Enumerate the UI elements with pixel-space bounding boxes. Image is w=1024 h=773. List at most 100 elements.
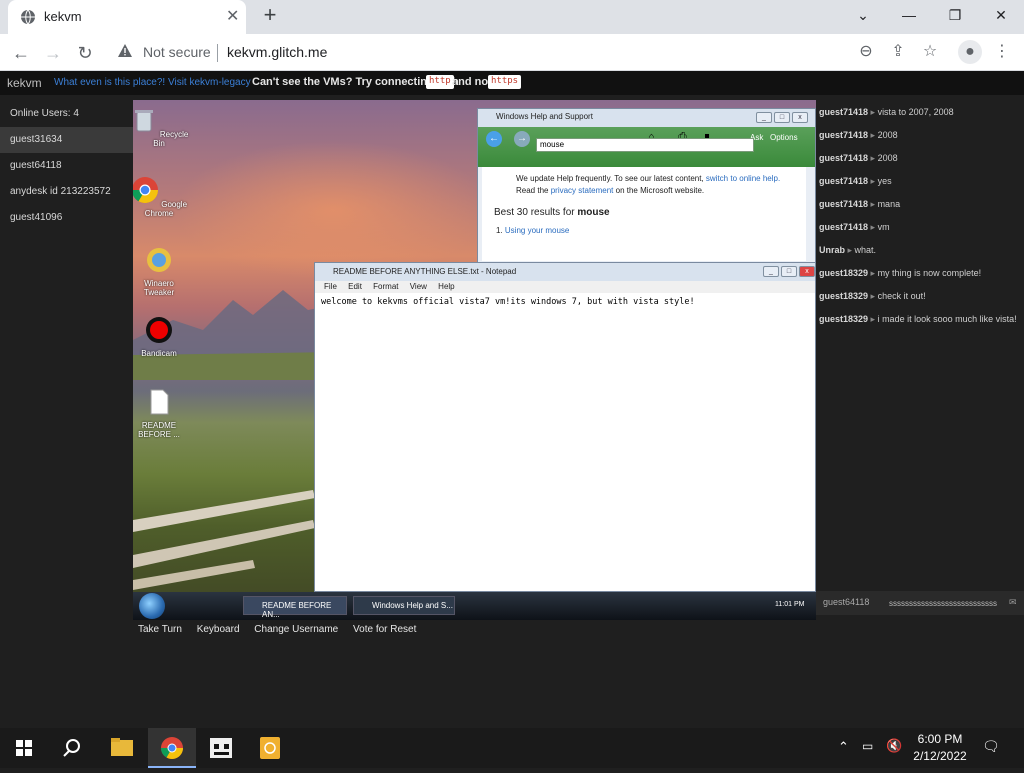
notepad-text-area[interactable]: welcome to kekvms official vista7 vm!its…: [321, 297, 695, 307]
help-minimize-button[interactable]: _: [756, 112, 772, 123]
about-link[interactable]: What even is this place?!: [54, 77, 165, 88]
chat-separator-icon: ▸: [868, 107, 878, 117]
result-link[interactable]: Using your mouse: [505, 226, 569, 235]
privacy-link[interactable]: privacy statement: [551, 186, 614, 195]
chat-separator-icon: ▸: [868, 222, 878, 232]
chat-username[interactable]: guest18329: [819, 291, 868, 301]
file-explorer-icon[interactable]: [98, 728, 146, 768]
chat-message: guest71418 ▸ 2008: [816, 123, 1024, 146]
new-tab-button[interactable]: +: [258, 2, 282, 28]
chrome-taskbar-icon[interactable]: [148, 728, 196, 768]
menu-help[interactable]: Help: [438, 282, 454, 291]
network-icon[interactable]: ▭: [862, 739, 873, 753]
vm-screen[interactable]: Recycle Bin Google Chrome Winaero Tweake…: [133, 100, 816, 620]
browser-tab[interactable]: kekvm ✕: [8, 0, 246, 34]
address-bar[interactable]: Not secure kekvm.glitch.me: [105, 38, 885, 66]
help-search-input[interactable]: mouse: [536, 138, 754, 152]
profile-avatar-icon[interactable]: ●: [958, 40, 982, 64]
vm-task-notepad[interactable]: README BEFORE AN...: [243, 596, 347, 619]
vista-start-orb-icon[interactable]: [139, 593, 165, 619]
online-users-title: Online Users: 4: [10, 108, 79, 119]
bandicam-icon[interactable]: Bandicam: [133, 316, 189, 358]
help-window-title[interactable]: Windows Help and Support _ □ x: [478, 109, 815, 127]
vm-task-help[interactable]: Windows Help and S...: [353, 596, 455, 615]
notepad-minimize-button[interactable]: _: [763, 266, 779, 277]
result-number: 1.: [496, 226, 503, 235]
chat-separator-icon: ▸: [868, 130, 878, 140]
zoom-icon[interactable]: ⊖: [856, 42, 876, 62]
restore-button[interactable]: ❐: [932, 0, 978, 30]
notice-and-text: and not: [452, 76, 492, 88]
recycle-bin-icon[interactable]: Recycle Bin: [133, 106, 189, 148]
clock-date: 2/12/2022: [913, 749, 967, 763]
reload-button[interactable]: ↻: [72, 40, 98, 66]
vote-reset-button[interactable]: Vote for Reset: [353, 624, 416, 635]
notepad-window[interactable]: README BEFORE ANYTHING ELSE.txt - Notepa…: [314, 262, 816, 592]
readme-file-icon[interactable]: README BEFORE ...: [133, 388, 189, 439]
help-maximize-button[interactable]: □: [774, 112, 790, 123]
legacy-link[interactable]: Visit kekvm-legacy: [168, 77, 251, 88]
chat-username[interactable]: guest71418: [819, 107, 868, 117]
chat-message-input[interactable]: [886, 594, 1014, 612]
url-text[interactable]: kekvm.glitch.me: [227, 44, 327, 60]
keyboard-button[interactable]: Keyboard: [197, 624, 240, 635]
menu-format[interactable]: Format: [373, 282, 398, 291]
back-arrow-icon[interactable]: ←: [486, 131, 502, 147]
chat-username[interactable]: guest71418: [819, 176, 868, 186]
chat-separator-icon: ▸: [845, 245, 855, 255]
chevron-up-icon[interactable]: ⌃: [838, 739, 849, 755]
vm-task-label: Windows Help and S...: [372, 601, 453, 610]
take-turn-button[interactable]: Take Turn: [138, 624, 182, 635]
site-brand[interactable]: kekvm: [7, 76, 42, 90]
omnibox-divider: [217, 44, 218, 62]
options-button[interactable]: Options: [770, 133, 798, 142]
chat-username[interactable]: guest71418: [819, 222, 868, 232]
tab-search-icon[interactable]: ⌄: [840, 0, 886, 30]
game-app-icon[interactable]: [198, 728, 246, 768]
chat-username[interactable]: guest18329: [819, 268, 868, 278]
close-tab-icon[interactable]: ✕: [226, 6, 239, 26]
user-item[interactable]: guest31634: [0, 127, 133, 153]
tab-strip: kekvm ✕ + ⌄ — ❐ ✕: [0, 0, 1024, 34]
winaero-tweaker-icon[interactable]: Winaero Tweaker: [133, 246, 189, 297]
online-help-link[interactable]: switch to online help.: [706, 174, 780, 183]
user-item[interactable]: guest64118: [0, 153, 133, 179]
help-close-button[interactable]: x: [792, 112, 808, 123]
menu-kebab-icon[interactable]: ⋮: [992, 42, 1012, 62]
close-window-button[interactable]: ✕: [978, 0, 1024, 30]
notes-app-icon[interactable]: [246, 728, 294, 768]
chat-username[interactable]: guest71418: [819, 130, 868, 140]
send-icon[interactable]: ✉: [1009, 597, 1017, 608]
menu-file[interactable]: File: [324, 282, 337, 291]
chat-username[interactable]: Unrab: [819, 245, 845, 255]
forward-button[interactable]: →: [40, 40, 66, 66]
chat-username[interactable]: guest71418: [819, 153, 868, 163]
share-icon[interactable]: ⇪: [888, 42, 908, 62]
menu-view[interactable]: View: [410, 282, 427, 291]
result-item[interactable]: 1. Using your mouse: [482, 218, 806, 235]
forward-arrow-icon[interactable]: →: [514, 131, 530, 147]
bookmark-star-icon[interactable]: ☆: [920, 42, 940, 62]
menu-edit[interactable]: Edit: [348, 282, 362, 291]
notepad-maximize-button[interactable]: □: [781, 266, 797, 277]
system-clock[interactable]: 6:00 PM 2/12/2022: [910, 731, 970, 765]
chat-username[interactable]: guest18329: [819, 314, 868, 324]
notepad-title-bar[interactable]: README BEFORE ANYTHING ELSE.txt - Notepa…: [315, 263, 815, 281]
chat-username[interactable]: guest71418: [819, 199, 868, 209]
kekvm-page: kekvm What even is this place?! Visit ke…: [0, 71, 1024, 728]
windows-start-icon[interactable]: [0, 728, 48, 768]
notepad-close-button[interactable]: x: [799, 266, 815, 277]
volume-muted-icon[interactable]: 🔇: [886, 738, 902, 754]
google-chrome-icon[interactable]: Google Chrome: [133, 176, 189, 218]
desktop-icon-label: Recycle Bin: [153, 130, 189, 148]
chat-message: guest71418 ▸ yes: [816, 169, 1024, 192]
user-item[interactable]: anydesk id 213223572: [0, 179, 133, 205]
minimize-button[interactable]: —: [886, 0, 932, 30]
notifications-icon[interactable]: 🗨: [982, 738, 1000, 755]
browser-toolbar: ← → ↻ Not secure kekvm.glitch.me ⊖ ⇪ ☆ ●…: [0, 34, 1024, 71]
search-icon[interactable]: [48, 728, 96, 768]
help-support-window[interactable]: Windows Help and Support _ □ x ← → ⌂ ⎙ ▮…: [477, 108, 816, 263]
user-item[interactable]: guest41096: [0, 205, 133, 231]
change-username-button[interactable]: Change Username: [254, 624, 338, 635]
back-button[interactable]: ←: [8, 40, 34, 66]
